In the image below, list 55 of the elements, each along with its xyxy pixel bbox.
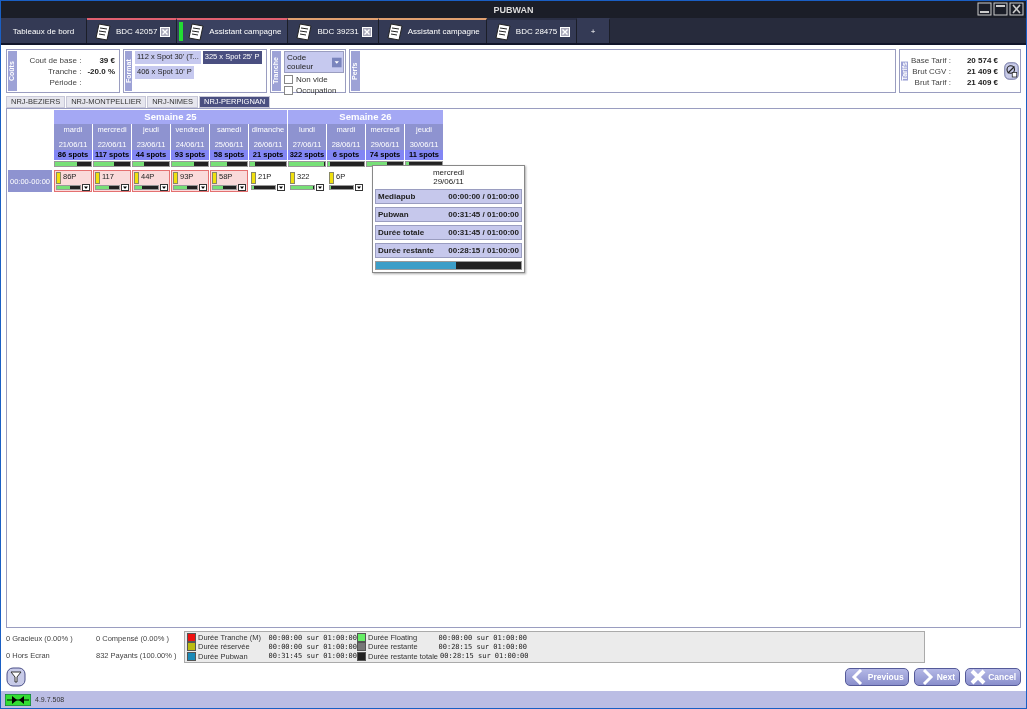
tab[interactable]: BDC 42057 bbox=[87, 18, 178, 43]
dropdown-icon[interactable] bbox=[160, 184, 168, 191]
field-label: Tranche : bbox=[46, 66, 82, 76]
tooltip-value: 00:28:15 / 01:00:00 bbox=[448, 246, 519, 255]
document-icon bbox=[384, 22, 405, 41]
tab[interactable]: BDC 39231 bbox=[288, 18, 379, 43]
window-title: PUBWAN bbox=[493, 4, 534, 15]
week-header: Semaine 26 bbox=[288, 110, 444, 124]
field-value: 21 409 € bbox=[966, 66, 998, 76]
dropdown-icon[interactable] bbox=[82, 184, 90, 191]
field-label: Brut CGV : bbox=[911, 66, 951, 76]
filter-icon[interactable] bbox=[6, 667, 26, 687]
document-icon bbox=[186, 22, 207, 41]
connection-icon bbox=[5, 693, 31, 706]
tooltip-day: mercredi bbox=[432, 168, 465, 177]
dropdown-icon[interactable] bbox=[277, 184, 285, 191]
document-icon bbox=[492, 22, 513, 41]
field-value: 39 € bbox=[98, 55, 115, 65]
field-value: 20 574 € bbox=[966, 55, 998, 65]
tooltip-date: 29/06/11 bbox=[433, 177, 464, 186]
dropdown-icon[interactable] bbox=[355, 184, 363, 191]
refresh-icon[interactable] bbox=[1004, 59, 1019, 83]
minimize-icon[interactable] bbox=[977, 2, 992, 16]
tooltip-value: 00:00:00 / 01:00:00 bbox=[448, 192, 519, 201]
tab[interactable]: Tableaux de bord bbox=[1, 18, 87, 43]
tab[interactable]: Assistant campagne bbox=[378, 18, 487, 43]
color-code-dropdown[interactable]: Code couleur bbox=[284, 51, 344, 73]
caret-icon bbox=[332, 56, 342, 68]
field-label: Cout de base : bbox=[28, 55, 82, 65]
dropdown-icon[interactable] bbox=[199, 184, 207, 191]
dropdown-icon[interactable] bbox=[238, 184, 246, 191]
field-label: Brut Tarif : bbox=[913, 77, 951, 87]
checkbox-option[interactable]: Non vide bbox=[284, 75, 344, 84]
tooltip-label: Pubwan bbox=[378, 210, 409, 219]
tab[interactable]: Assistant campagne bbox=[177, 18, 289, 43]
dropdown-icon[interactable] bbox=[121, 184, 129, 191]
maximize-icon[interactable] bbox=[993, 2, 1008, 16]
add-tab-button[interactable]: + bbox=[577, 18, 611, 43]
tooltip-label: Mediapub bbox=[378, 192, 416, 201]
tooltip-value: 00:31:45 / 01:00:00 bbox=[448, 210, 519, 219]
field-value: 21 409 € bbox=[966, 77, 998, 87]
field-label: Période : bbox=[48, 77, 82, 87]
cross-icon bbox=[970, 669, 987, 685]
tooltip-label: Durée restante bbox=[378, 246, 435, 255]
checkbox-option[interactable]: Occupation bbox=[284, 86, 344, 95]
close-icon[interactable] bbox=[1009, 2, 1024, 16]
dropdown-icon[interactable] bbox=[316, 184, 324, 191]
tab[interactable]: BDC 28475 bbox=[486, 18, 578, 43]
document-icon bbox=[93, 22, 113, 41]
week-header: Semaine 25 bbox=[54, 110, 288, 124]
document-icon bbox=[294, 22, 315, 41]
tooltip-value: 00:31:45 / 01:00:00 bbox=[448, 228, 519, 237]
tooltip-label: Durée totale bbox=[378, 228, 425, 237]
field-label: Base Tarif : bbox=[911, 55, 951, 65]
field-value: -20.0 % bbox=[87, 66, 115, 76]
